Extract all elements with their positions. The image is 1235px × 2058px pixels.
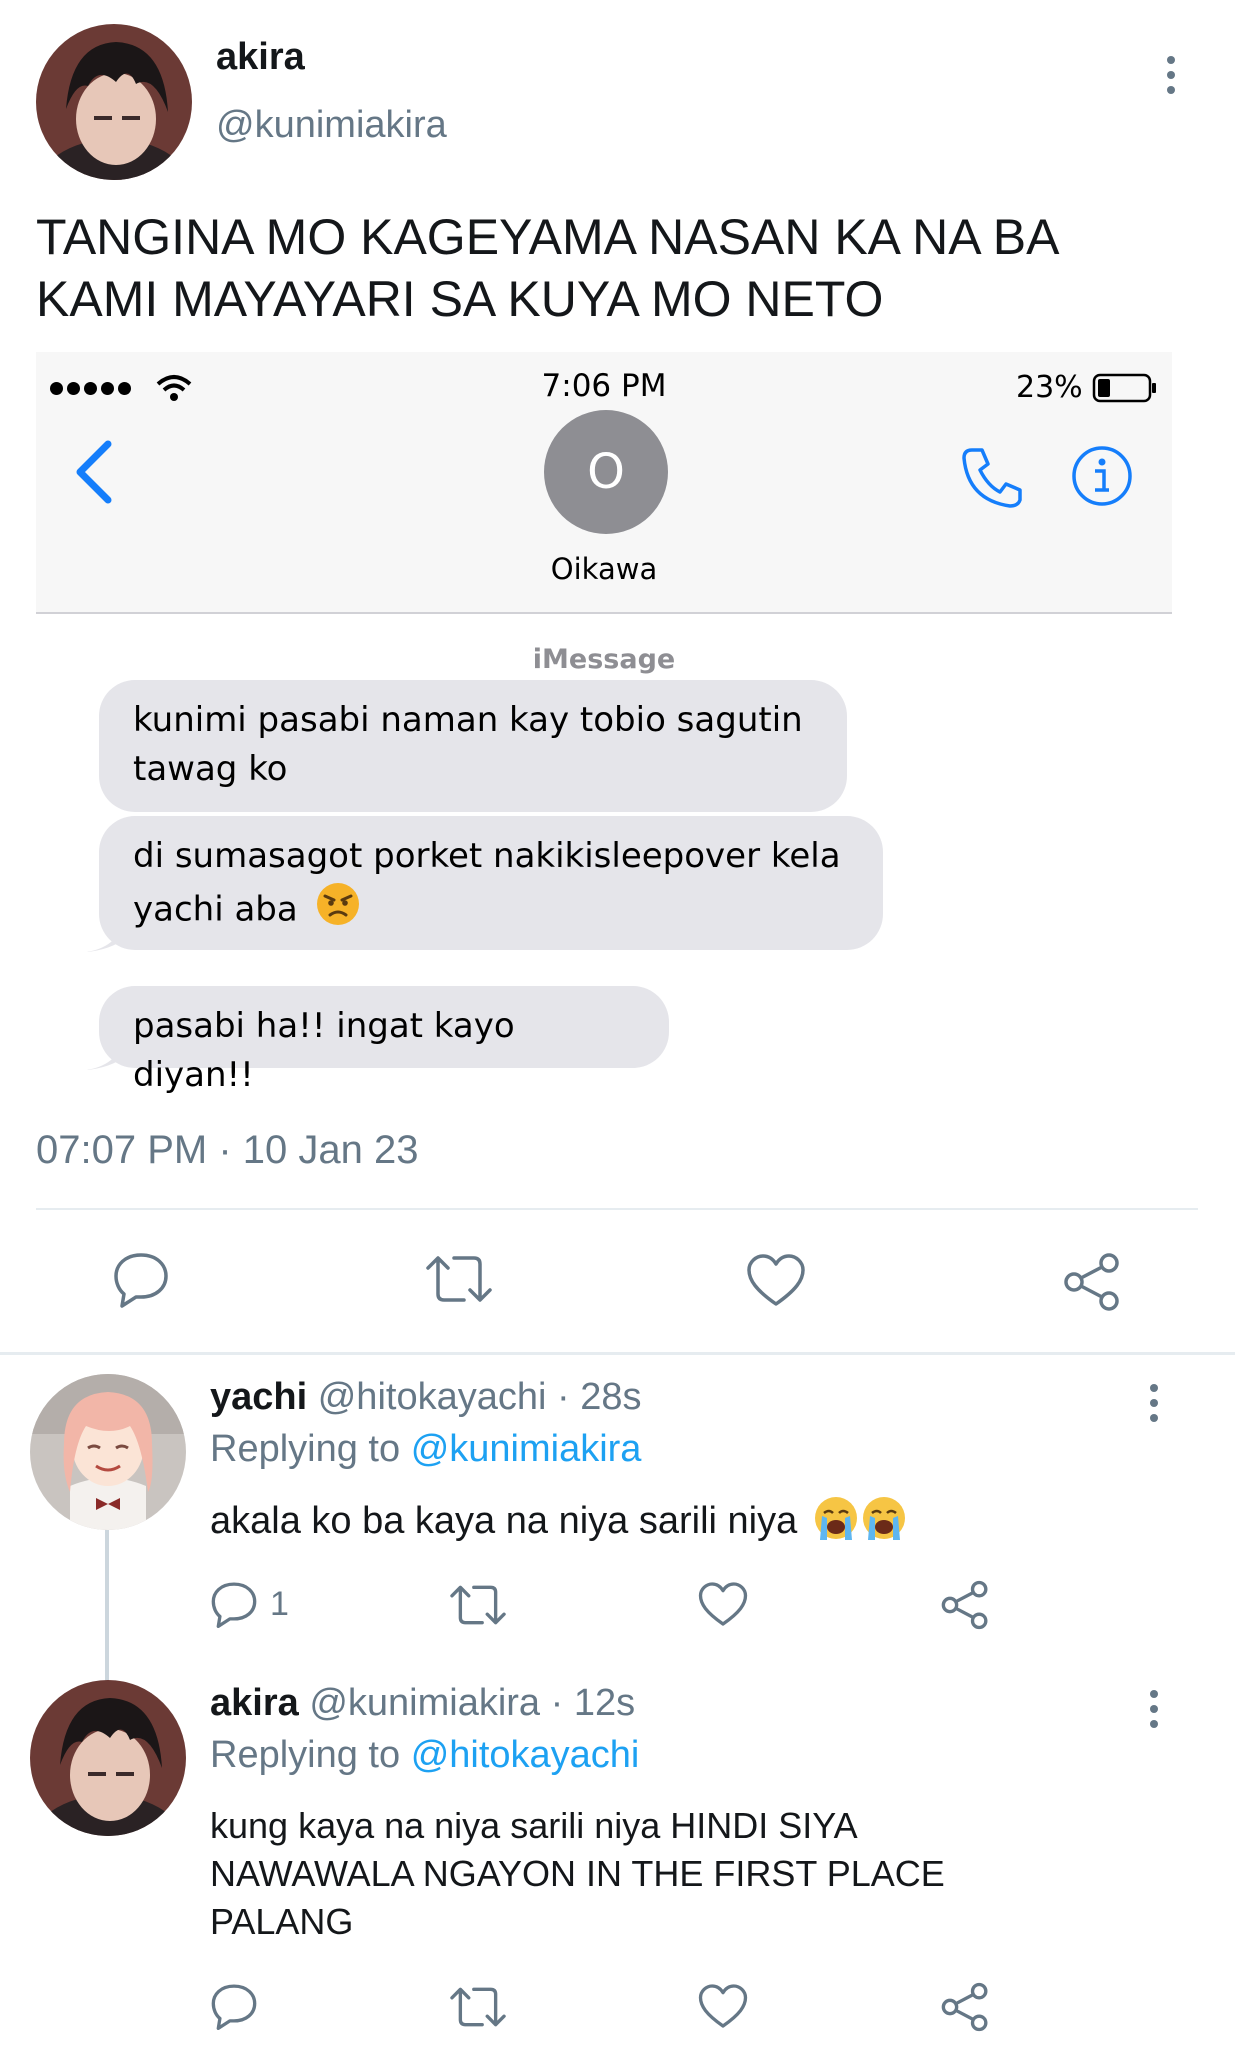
like-button[interactable]	[698, 1582, 748, 1626]
replying-to-link[interactable]: @hitokayachi	[411, 1734, 640, 1776]
info-icon[interactable]	[1070, 444, 1134, 513]
reply-time: · 12s	[550, 1682, 636, 1724]
message-line: kunimi pasabi naman kay tobio sagutin	[133, 700, 803, 740]
battery-icon	[1092, 372, 1158, 409]
contact-initial: O	[587, 444, 625, 500]
message-bubble: di sumasagot porket nakikisleepover kela…	[99, 816, 883, 950]
message-line: di sumasagot porket nakikisleepover kela	[133, 836, 841, 876]
reply-text-content: akala ko ba kaya na niya sarili niya	[210, 1500, 798, 1543]
author-avatar[interactable]	[36, 24, 192, 180]
reply-button[interactable]	[210, 1982, 258, 2030]
like-button[interactable]	[746, 1254, 806, 1306]
status-time: 7:06 PM	[541, 368, 667, 404]
divider	[36, 1208, 1198, 1210]
replying-label: Replying to	[210, 1734, 401, 1776]
share-icon	[940, 1580, 990, 1630]
reply-author-name[interactable]: yachi	[210, 1376, 307, 1418]
reply-author-name[interactable]: akira	[210, 1682, 299, 1724]
like-icon	[698, 1984, 748, 2028]
attached-screenshot[interactable]: 7:06 PM 23% O Oikawa iMessage kunimi pas…	[36, 352, 1172, 1095]
retweet-button[interactable]	[426, 1254, 492, 1304]
phone-icon[interactable]	[958, 444, 1024, 513]
reply-button[interactable]: 1	[210, 1580, 289, 1628]
more-icon[interactable]	[1146, 1384, 1162, 1422]
message-line: tawag ko	[133, 749, 288, 789]
reply-text: kung kaya na niya sarili niya HINDI SIYA…	[210, 1802, 945, 1946]
retweet-button[interactable]	[450, 1584, 506, 1626]
like-button[interactable]	[698, 1984, 748, 2028]
replying-label: Replying to	[210, 1428, 401, 1470]
reply-time: · 28s	[556, 1376, 642, 1418]
retweet-button[interactable]	[450, 1986, 506, 2028]
more-icon[interactable]	[1163, 56, 1179, 94]
tweet-text-line2: KAMI MAYAYARI SA KUYA MO NETO	[36, 271, 884, 327]
reply-header: yachi @hitokayachi · 28s	[210, 1376, 641, 1419]
more-icon[interactable]	[1146, 1690, 1162, 1728]
replying-to: Replying to @hitokayachi	[210, 1734, 639, 1777]
reply-text-line: NAWAWALA NGAYON IN THE FIRST PLACE	[210, 1853, 945, 1894]
retweet-icon	[450, 1584, 506, 1626]
reply-text-line: kung kaya na niya sarili niya HINDI SIYA	[210, 1805, 858, 1846]
back-chevron-icon[interactable]	[72, 440, 116, 509]
thread-line	[105, 1526, 109, 1682]
tweet-text-line1: TANGINA MO KAGEYAMA NASAN KA NA BA	[36, 209, 1060, 265]
message-line: yachi aba	[133, 889, 298, 930]
like-icon	[698, 1582, 748, 1626]
message-bubble: kunimi pasabi naman kay tobio sagutin ta…	[99, 680, 847, 812]
section-divider	[0, 1352, 1235, 1355]
service-label: iMessage	[532, 644, 676, 675]
replying-to-link[interactable]: @kunimiakira	[411, 1428, 642, 1470]
like-icon	[746, 1254, 806, 1306]
retweet-icon	[426, 1254, 492, 1304]
reply-count: 1	[270, 1584, 289, 1623]
reply-text-line: PALANG	[210, 1901, 354, 1942]
bubble-tail	[86, 1038, 126, 1077]
tweet-timestamp: 07:07 PM · 10 Jan 23	[36, 1128, 419, 1172]
reply-avatar[interactable]	[30, 1680, 186, 1836]
share-icon	[940, 1982, 990, 2032]
retweet-icon	[450, 1986, 506, 2028]
message-bubble: pasabi ha!! ingat kayo diyan!!	[99, 986, 669, 1095]
author-handle[interactable]: @kunimiakira	[216, 104, 447, 147]
contact-avatar[interactable]: O	[544, 410, 668, 534]
bubble-tail	[86, 920, 126, 959]
reply-icon	[210, 1982, 258, 2030]
share-icon	[1062, 1252, 1122, 1312]
replying-to: Replying to @kunimiakira	[210, 1428, 641, 1471]
angry-face-icon	[315, 881, 361, 941]
reply-button[interactable]	[112, 1250, 170, 1308]
share-button[interactable]	[1062, 1252, 1122, 1312]
reply-icon	[112, 1250, 170, 1308]
contact-name[interactable]: Oikawa	[36, 552, 1172, 586]
reply-icon	[210, 1580, 258, 1628]
header-divider	[36, 612, 1172, 614]
share-button[interactable]	[940, 1580, 990, 1630]
reply-text: akala ko ba kaya na niya sarili niya	[210, 1494, 908, 1552]
share-button[interactable]	[940, 1982, 990, 2032]
reply-author-handle[interactable]: @hitokayachi	[318, 1376, 547, 1418]
reply-header: akira @kunimiakira · 12s	[210, 1682, 635, 1725]
reply-author-handle[interactable]: @kunimiakira	[309, 1682, 540, 1724]
author-name[interactable]: akira	[216, 36, 305, 79]
battery-percent: 23%	[1016, 370, 1083, 405]
message-line: pasabi ha!! ingat kayo diyan!!	[133, 1006, 515, 1095]
reply-avatar[interactable]	[30, 1374, 186, 1530]
loudly-crying-face-icon	[812, 1494, 908, 1552]
